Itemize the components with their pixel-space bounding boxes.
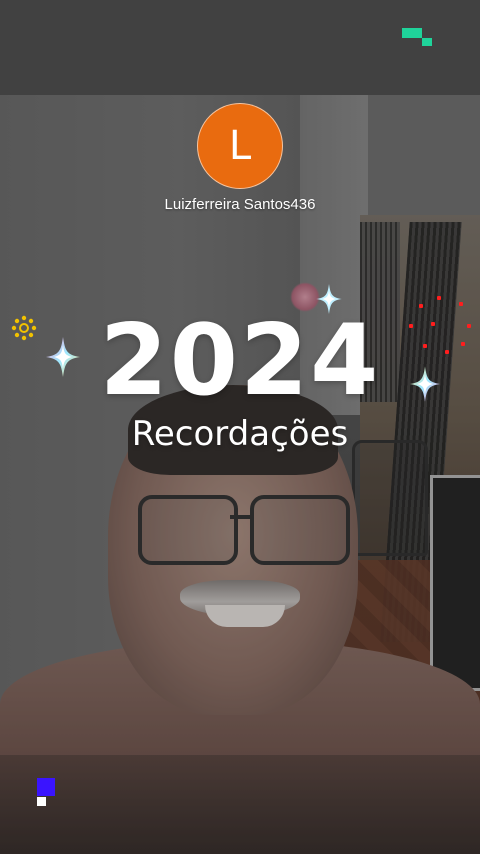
- brand-mark-icon: [37, 778, 57, 808]
- brand-logo-icon: [402, 28, 434, 48]
- username[interactable]: Luizferreira Santos436: [0, 196, 480, 213]
- avatar-initial: L: [228, 123, 252, 169]
- avatar[interactable]: L: [197, 103, 283, 189]
- memories-subtitle: Recordações: [131, 414, 349, 454]
- story-screen: L Luizferreira Santos436 2024 Recordaçõe…: [0, 0, 480, 854]
- year-title: 2024: [99, 304, 381, 418]
